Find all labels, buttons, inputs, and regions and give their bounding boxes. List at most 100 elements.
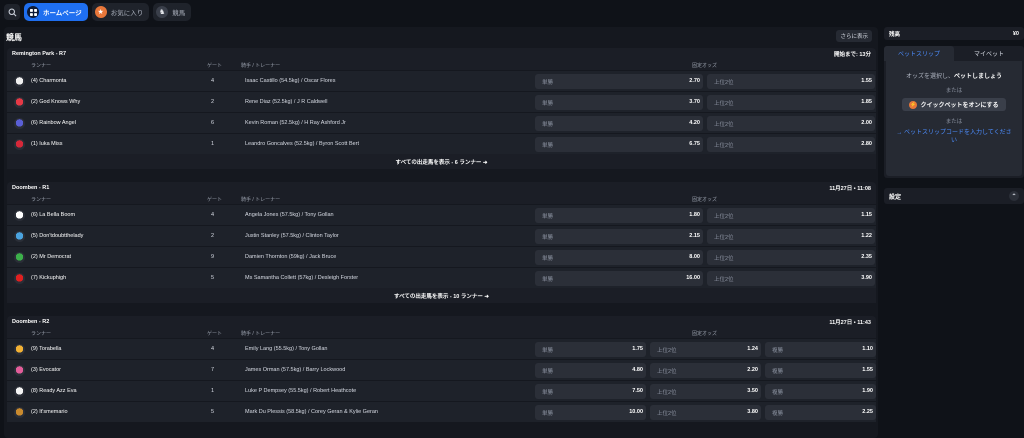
odds-show-button[interactable]: 複勝 2.25 [765, 405, 876, 420]
balance-bar: 残高 ¥0 [884, 27, 1024, 40]
runner-name[interactable]: (2) Mr Democrat [31, 254, 71, 260]
odds-place-button[interactable]: 上位2位 3.80 [650, 405, 761, 420]
jockey-silk-icon [14, 231, 25, 242]
settings-label: 設定 [889, 194, 902, 201]
runner-name[interactable]: (6) Rainbow Angel [31, 120, 76, 126]
odds-show-button[interactable]: 複勝 1.90 [765, 384, 876, 399]
runner-name[interactable]: (8) Ready Azz Eva [31, 388, 77, 394]
odds-value: 10.00 [629, 409, 643, 415]
odds-place-button[interactable]: 上位2位 1.22 [707, 229, 875, 244]
odds-place-button[interactable]: 上位2位 1.55 [707, 74, 875, 89]
gate-number: 2 [211, 233, 215, 239]
odds-value: 1.75 [632, 346, 643, 352]
col-gate: ゲート [207, 63, 223, 69]
race-section: Remington Park - R7 開始まで: 13分 ランナー ゲート 騎手 / … [7, 48, 876, 169]
runner-row: (6) Rainbow Angel 6 Kevin Roman (52.5kg) /… [7, 112, 876, 133]
runner-name[interactable]: (9) Torabella [31, 346, 61, 352]
odds-place-button[interactable]: 上位2位 1.85 [707, 95, 875, 110]
runner-name[interactable]: (3) Evocator [31, 367, 61, 373]
odds-label: 単勝 [542, 143, 554, 149]
race-header: Remington Park - R7 開始まで: 13分 [7, 48, 876, 60]
odds-place-button[interactable]: 上位2位 1.24 [650, 342, 761, 357]
odds-value: 1.55 [862, 367, 873, 373]
settings-section[interactable]: 設定 ⌃ [884, 188, 1024, 204]
odds-win-button[interactable]: 単勝 7.50 [535, 384, 646, 399]
odds-win-button[interactable]: 単勝 8.00 [535, 250, 703, 265]
chevron-up-icon[interactable]: ⌃ [1009, 191, 1019, 201]
runner-name[interactable]: (4) Charmonta [31, 78, 66, 84]
jockey-silk-icon [14, 273, 25, 284]
odds-place-button[interactable]: 上位2位 2.80 [707, 137, 875, 152]
jockey-silk-icon [14, 365, 25, 376]
runner-name[interactable]: (7) Kickuphigh [31, 275, 66, 281]
runner-name[interactable]: (2) It'smemario [31, 409, 68, 415]
bet-slip-body: オッズを選択し、ベットしましょう または ⚡ クイックベットをオンにする または… [886, 61, 1022, 176]
odds-show-button[interactable]: 複勝 1.10 [765, 342, 876, 357]
tab-betslip[interactable]: ベットスリップ [884, 46, 954, 61]
jockey-silk-icon [14, 76, 25, 87]
gate-number: 4 [211, 212, 215, 218]
runner-name[interactable]: (2) God Knows Why [31, 99, 80, 105]
odds-win-button[interactable]: 単勝 6.75 [535, 137, 703, 152]
gate-number: 5 [211, 275, 215, 281]
jockey-trainer: Justin Stanley (57.5kg) / Clinton Taylor [245, 233, 339, 239]
odds-win-button[interactable]: 単勝 3.70 [535, 95, 703, 110]
odds-label: 上位2位 [714, 143, 734, 149]
col-gate: ゲート [207, 331, 223, 337]
odds-win-button[interactable]: 単勝 1.75 [535, 342, 646, 357]
odds-win-button[interactable]: 単勝 1.80 [535, 208, 703, 223]
column-headers: ランナー ゲート 騎手 / トレーナー 固定オッズ [7, 328, 876, 338]
quick-bet-button[interactable]: ⚡ クイックベットをオンにする [902, 98, 1006, 111]
jockey-silk-icon [14, 97, 25, 108]
search-button[interactable] [4, 4, 20, 20]
race-name[interactable]: Remington Park - R7 [12, 51, 66, 57]
runner-row: (9) Torabella 4 Emily Lang (55.5kg) / Tony… [7, 338, 876, 359]
odds-win-button[interactable]: 単勝 2.15 [535, 229, 703, 244]
odds-label: 上位2位 [714, 214, 734, 220]
bet-slip-prompt-text: オッズを選択し、 [905, 74, 954, 80]
odds-value: 2.70 [689, 78, 700, 84]
see-more-button[interactable]: さらに表示 [836, 30, 872, 42]
runner-name[interactable]: (6) La Bella Boom [31, 212, 75, 218]
tab-mybets[interactable]: マイベット [954, 46, 1024, 61]
odds-label: 上位2位 [714, 101, 734, 107]
runner-row: (7) Kickuphigh 5 Ms Samantha Collett (57kg… [7, 267, 876, 288]
jockey-trainer: Leandro Goncalves (52.5kg) / Byron Scott… [245, 141, 360, 147]
home-tab-label: ホームページ [43, 10, 82, 17]
top-nav-bar: ホームページ ★ お気に入り ♞ 競馬 [0, 0, 1024, 24]
favorites-tab[interactable]: ★ お気に入り [91, 3, 150, 21]
odds-place-button[interactable]: 上位2位 2.00 [707, 116, 875, 131]
odds-win-button[interactable]: 単勝 4.80 [535, 363, 646, 378]
odds-value: 1.24 [747, 346, 758, 352]
odds-label: 上位2位 [657, 348, 677, 354]
show-all-runners-link[interactable]: すべての出走馬を表示 - 6 ランナー ➜ [7, 154, 876, 169]
odds-show-button[interactable]: 複勝 1.55 [765, 363, 876, 378]
jockey-trainer: Emily Lang (55.5kg) / Tony Gollan [245, 346, 328, 352]
odds-place-button[interactable]: 上位2位 1.15 [707, 208, 875, 223]
odds-label: 上位2位 [657, 369, 677, 375]
runner-name[interactable]: (1) Iuka Miss [31, 141, 62, 147]
odds-win-button[interactable]: 単勝 16.00 [535, 271, 703, 286]
col-runner: ランナー [31, 331, 52, 337]
home-tab[interactable]: ホームページ [24, 3, 88, 21]
odds-place-button[interactable]: 上位2位 3.90 [707, 271, 875, 286]
race-time: 11月27日 • 11:43 [829, 320, 871, 326]
odds-place-button[interactable]: 上位2位 2.35 [707, 250, 875, 265]
betslip-code-link[interactable]: → ベットスリップコードを入力してください [886, 129, 1022, 145]
odds-value: 1.22 [861, 233, 872, 239]
jockey-trainer: Rene Diaz (52.5kg) / J R Caldwell [245, 99, 328, 105]
race-name[interactable]: Doomben - R1 [12, 185, 49, 191]
odds-place-button[interactable]: 上位2位 2.20 [650, 363, 761, 378]
odds-label: 上位2位 [714, 256, 734, 262]
odds-win-button[interactable]: 単勝 4.20 [535, 116, 703, 131]
odds-win-button[interactable]: 単勝 10.00 [535, 405, 646, 420]
horse-racing-tab[interactable]: ♞ 競馬 [153, 3, 192, 21]
race-name[interactable]: Doomben - R2 [12, 319, 49, 325]
runner-name[interactable]: (5) Don'tdoubtthelady [31, 233, 83, 239]
odds-label: 上位2位 [714, 277, 734, 283]
show-all-runners-link[interactable]: すべての出走馬を表示 - 10 ランナー ➜ [7, 288, 876, 303]
odds-place-button[interactable]: 上位2位 3.50 [650, 384, 761, 399]
jockey-trainer: Mark Du Plessis (58.5kg) / Corey Geran &… [245, 409, 378, 415]
odds-win-button[interactable]: 単勝 2.70 [535, 74, 703, 89]
gate-number: 1 [211, 141, 215, 147]
